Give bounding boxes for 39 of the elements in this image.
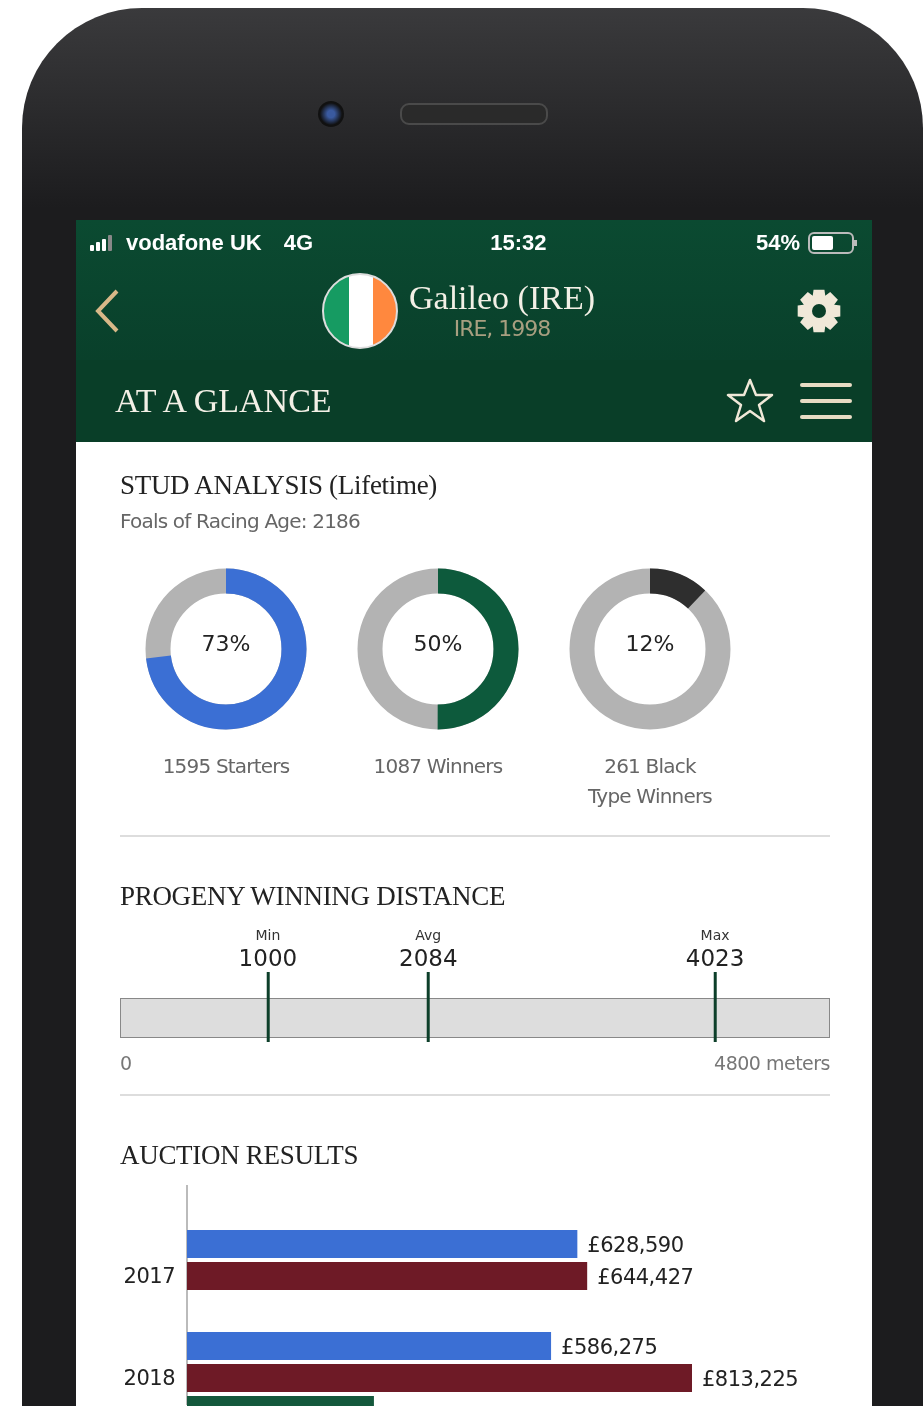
marker-value: 1000 [238, 944, 298, 972]
category-label: 2017 [123, 1264, 175, 1288]
section-heading: PROGENY WINNING DISTANCE [120, 881, 507, 912]
battery-icon [808, 232, 858, 254]
category-label: 2018 [123, 1366, 175, 1390]
foals-count: Foals of Racing Age: 2186 [120, 509, 361, 533]
battery-percent: 54% [755, 230, 800, 256]
bar-value-label: £628,590 [587, 1233, 684, 1257]
section-title: AT A GLANCE [115, 382, 333, 420]
menu-button[interactable] [800, 381, 852, 421]
scale-start-label: 0 [120, 1052, 132, 1074]
clock-time: 15:32 [490, 230, 547, 256]
scale-end-label: 4800 meters [714, 1052, 830, 1074]
donut-label: 261 Black Type Winners [587, 753, 713, 810]
donut-percent: 50% [412, 631, 464, 656]
camera-icon [318, 101, 344, 127]
flag-icon [321, 272, 399, 350]
bar-value-label: £644,427 [597, 1265, 694, 1289]
back-button[interactable] [94, 289, 120, 333]
marker-value: 4023 [685, 944, 745, 972]
horse-name: Galileo (IRE) [409, 280, 595, 316]
marker-caption: Avg [415, 926, 442, 944]
marker-value: 2084 [399, 944, 458, 972]
marker-caption: Min [255, 926, 281, 944]
speaker-grille-icon [400, 103, 548, 125]
bar-value-label: £586,275 [561, 1335, 658, 1359]
section-heading: STUD ANALYSIS (Lifetime) [120, 470, 439, 501]
donut-label: 1087 Winners [372, 753, 504, 780]
horse-origin: IRE, 1998 [453, 316, 551, 342]
donut-percent: 73% [200, 631, 252, 656]
donut-percent: 12% [624, 631, 676, 656]
bar-value-label: £813,225 [702, 1367, 799, 1391]
network-type: 4G [283, 230, 314, 256]
marker-caption: Max [700, 926, 730, 944]
settings-button[interactable] [796, 288, 842, 334]
donut-label: 1595 Starters [161, 753, 291, 780]
favorite-button[interactable] [726, 378, 774, 424]
carrier-name: vodafone UK [126, 230, 262, 256]
section-heading: AUCTION RESULTS [120, 1140, 360, 1171]
